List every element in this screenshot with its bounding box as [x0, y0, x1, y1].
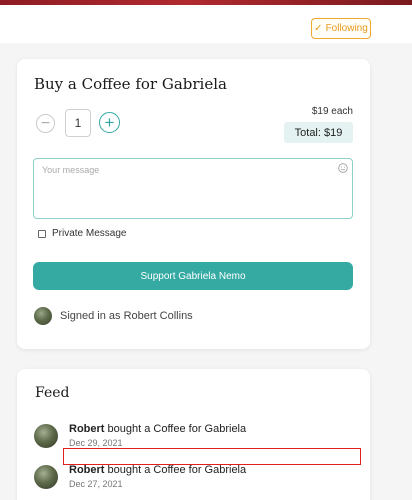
following-label: Following: [325, 23, 368, 34]
private-message-row: Private Message: [38, 228, 126, 239]
feed-item[interactable]: Robert bought a Coffee for Gabriela Dec …: [34, 464, 354, 492]
feed-item-date: Dec 29, 2021: [69, 438, 123, 448]
emoji-icon[interactable]: [338, 163, 348, 173]
highlight-box: [63, 448, 361, 465]
price-each: $19 each: [311, 106, 353, 117]
private-message-label: Private Message: [52, 228, 127, 239]
top-bar: ✓ Following: [0, 5, 412, 43]
avatar: [34, 307, 52, 325]
feed-item-name: Robert: [69, 423, 105, 435]
plus-icon: +: [104, 113, 115, 132]
message-placeholder: Your message: [42, 165, 100, 175]
feed-item-action: bought a Coffee for Gabriela: [104, 423, 247, 435]
check-icon: ✓: [314, 23, 323, 34]
private-message-checkbox[interactable]: [38, 229, 46, 238]
feed-item-text: Robert bought a Coffee for Gabriela: [69, 464, 246, 476]
buy-title: Buy a Coffee for Gabriela: [34, 75, 227, 93]
feed-item-text: Robert bought a Coffee for Gabriela: [69, 423, 246, 435]
feed-item-name: Robert: [69, 464, 105, 476]
feed-card: Feed Robert bought a Coffee for Gabriela…: [17, 369, 370, 500]
minus-icon: −: [40, 114, 51, 132]
signed-in-row: Signed in as Robert Collins: [34, 307, 193, 325]
avatar: [34, 465, 58, 489]
buy-coffee-card: Buy a Coffee for Gabriela − 1 + $19 each…: [17, 59, 370, 349]
support-button[interactable]: Support Gabriela Nemo: [33, 262, 353, 290]
avatar: [34, 424, 58, 448]
feed-item[interactable]: Robert bought a Coffee for Gabriela Dec …: [34, 423, 354, 451]
increase-quantity-button[interactable]: +: [99, 112, 120, 133]
feed-item-action: bought a Coffee for Gabriela: [104, 464, 247, 476]
quantity-input[interactable]: 1: [65, 109, 91, 137]
feed-title: Feed: [35, 385, 70, 401]
message-textarea[interactable]: Your message: [33, 158, 353, 219]
decrease-quantity-button[interactable]: −: [36, 114, 55, 133]
feed-item-date: Dec 27, 2021: [69, 479, 123, 489]
total-badge: Total: $19: [284, 122, 353, 143]
following-button[interactable]: ✓ Following: [311, 18, 371, 39]
signed-in-label: Signed in as Robert Collins: [60, 310, 193, 322]
